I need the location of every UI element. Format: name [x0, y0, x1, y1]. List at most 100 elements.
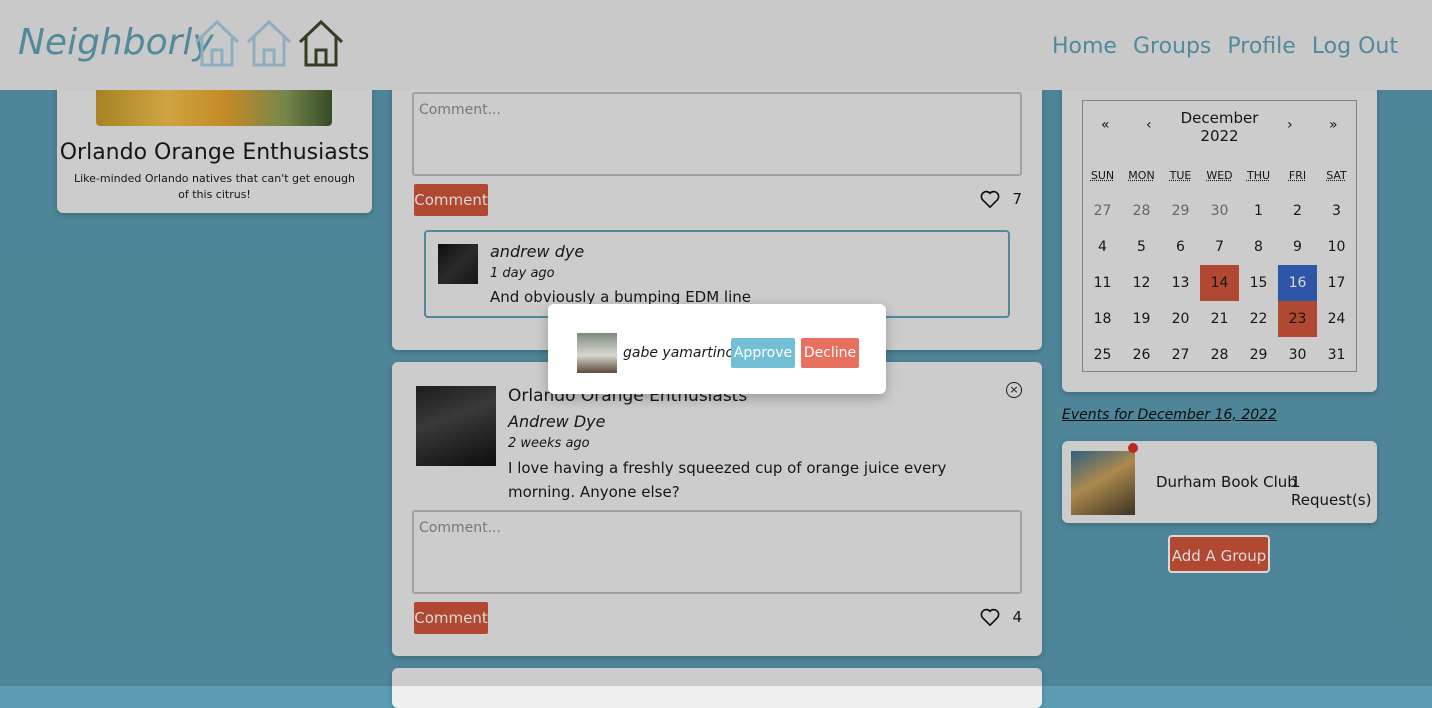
- calendar-day[interactable]: 3: [1317, 193, 1356, 229]
- avatar: [416, 386, 496, 466]
- like-count: 4: [1012, 608, 1022, 626]
- post-card: Orlando Orange Enthusiasts Andrew Dye 2 …: [392, 362, 1042, 656]
- post-body: I love having a freshly squeezed cup of …: [508, 459, 947, 501]
- post-card: [392, 668, 1042, 708]
- calendar-day[interactable]: 15: [1239, 265, 1278, 301]
- avatar: [577, 333, 617, 373]
- calendar-day[interactable]: 30: [1200, 193, 1239, 229]
- top-navbar: Neighborly Home Groups Profile Log Out: [0, 0, 1432, 90]
- calendar-day[interactable]: 2: [1278, 193, 1317, 229]
- calendar-month: December: [1180, 109, 1259, 127]
- calendar-day[interactable]: 28: [1122, 193, 1161, 229]
- calendar: « ‹ December 2022 › » SUN MON TUE WED TH…: [1082, 100, 1357, 372]
- comment-input[interactable]: Comment...: [412, 510, 1022, 594]
- comment-input[interactable]: Comment...: [412, 92, 1022, 176]
- calendar-day[interactable]: 29: [1239, 337, 1278, 373]
- calendar-day[interactable]: 8: [1239, 229, 1278, 265]
- request-group-name: Durham Book Club: [1156, 473, 1297, 491]
- calendar-day[interactable]: 25: [1083, 337, 1122, 373]
- nav-logout[interactable]: Log Out: [1312, 34, 1398, 59]
- weekday-label: FRI: [1288, 169, 1307, 182]
- calendar-day[interactable]: 17: [1317, 265, 1356, 301]
- join-request-modal: gabe yamartino Approve Decline: [548, 304, 886, 394]
- calendar-day[interactable]: 10: [1317, 229, 1356, 265]
- next-month-button[interactable]: ›: [1287, 117, 1293, 133]
- calendar-day[interactable]: 23: [1278, 301, 1317, 337]
- group-request-card[interactable]: Durham Book Club 1 Request(s): [1062, 441, 1377, 523]
- like-control[interactable]: 4: [980, 608, 1022, 626]
- logo-houses: [192, 18, 346, 68]
- calendar-day[interactable]: 27: [1083, 193, 1122, 229]
- calendar-year: 2022: [1200, 127, 1239, 145]
- reply-time: 1 day ago: [490, 266, 555, 281]
- nav-profile[interactable]: Profile: [1227, 34, 1295, 59]
- notification-dot-icon: [1128, 443, 1138, 453]
- house-icon: [194, 19, 240, 67]
- house-icon: [298, 19, 344, 67]
- close-icon[interactable]: ×: [1006, 382, 1022, 398]
- calendar-day[interactable]: 5: [1122, 229, 1161, 265]
- calendar-card: « ‹ December 2022 › » SUN MON TUE WED TH…: [1062, 70, 1377, 392]
- calendar-day[interactable]: 26: [1122, 337, 1161, 373]
- next-year-button[interactable]: »: [1329, 117, 1338, 133]
- main-nav: Home Groups Profile Log Out: [1052, 34, 1398, 59]
- weekday-label: MON: [1128, 169, 1155, 182]
- calendar-weekdays: SUN MON TUE WED THU FRI SAT: [1083, 169, 1356, 182]
- post-time: 2 weeks ago: [508, 436, 590, 451]
- calendar-day[interactable]: 31: [1317, 337, 1356, 373]
- comment-placeholder: Comment...: [419, 102, 501, 118]
- calendar-day[interactable]: 21: [1200, 301, 1239, 337]
- nav-home[interactable]: Home: [1052, 34, 1117, 59]
- nav-groups[interactable]: Groups: [1133, 34, 1211, 59]
- brand-logo-text[interactable]: Neighborly: [18, 22, 214, 63]
- calendar-day[interactable]: 27: [1161, 337, 1200, 373]
- calendar-day[interactable]: 19: [1122, 301, 1161, 337]
- group-card[interactable]: Orlando Orange Enthusiasts Like-minded O…: [57, 70, 372, 213]
- post-author[interactable]: Andrew Dye: [508, 412, 605, 431]
- calendar-day[interactable]: 30: [1278, 337, 1317, 373]
- events-link[interactable]: Events for December 16, 2022: [1062, 407, 1277, 423]
- calendar-day[interactable]: 1: [1239, 193, 1278, 229]
- calendar-day[interactable]: 13: [1161, 265, 1200, 301]
- comment-placeholder: Comment...: [419, 520, 501, 536]
- calendar-day[interactable]: 28: [1200, 337, 1239, 373]
- weekday-label: SUN: [1090, 169, 1115, 182]
- calendar-day[interactable]: 29: [1161, 193, 1200, 229]
- comment-button[interactable]: Comment: [414, 602, 488, 634]
- calendar-day[interactable]: 11: [1083, 265, 1122, 301]
- decline-button[interactable]: Decline: [801, 338, 859, 368]
- house-icon: [246, 19, 292, 67]
- group-thumbnail: [1071, 451, 1135, 515]
- calendar-day[interactable]: 22: [1239, 301, 1278, 337]
- requester-name: gabe yamartino: [623, 345, 735, 361]
- group-name: Orlando Orange Enthusiasts: [59, 140, 370, 165]
- approve-button[interactable]: Approve: [731, 338, 795, 368]
- calendar-month-label[interactable]: December 2022: [1083, 109, 1356, 145]
- calendar-day[interactable]: 14: [1200, 265, 1239, 301]
- calendar-days: 27 28 29 30 1 2 3 4 5 6 7 8 9 10 11 12 13 14 15 16 17 18 19 20 2…: [1083, 193, 1356, 373]
- calendar-day[interactable]: 7: [1200, 229, 1239, 265]
- avatar: [438, 244, 478, 284]
- like-control[interactable]: 7: [980, 190, 1022, 208]
- calendar-day[interactable]: 6: [1161, 229, 1200, 265]
- comment-button[interactable]: Comment: [414, 184, 488, 216]
- group-image: [96, 86, 332, 126]
- request-count[interactable]: 1 Request(s): [1291, 473, 1377, 509]
- heart-icon[interactable]: [980, 190, 1000, 208]
- calendar-day[interactable]: 24: [1317, 301, 1356, 337]
- like-count: 7: [1012, 190, 1022, 208]
- group-description: Like-minded Orlando natives that can't g…: [74, 172, 355, 201]
- calendar-day[interactable]: 9: [1278, 229, 1317, 265]
- calendar-day[interactable]: 4: [1083, 229, 1122, 265]
- add-group-button[interactable]: Add A Group: [1168, 535, 1270, 573]
- reply-author[interactable]: andrew dye: [490, 242, 584, 261]
- weekday-label: WED: [1206, 169, 1233, 182]
- weekday-label: SAT: [1326, 169, 1347, 182]
- heart-icon[interactable]: [980, 608, 1000, 626]
- weekday-label: TUE: [1169, 169, 1192, 182]
- calendar-day[interactable]: 18: [1083, 301, 1122, 337]
- calendar-day[interactable]: 20: [1161, 301, 1200, 337]
- calendar-day[interactable]: 12: [1122, 265, 1161, 301]
- weekday-label: THU: [1246, 169, 1271, 182]
- calendar-day[interactable]: 16: [1278, 265, 1317, 301]
